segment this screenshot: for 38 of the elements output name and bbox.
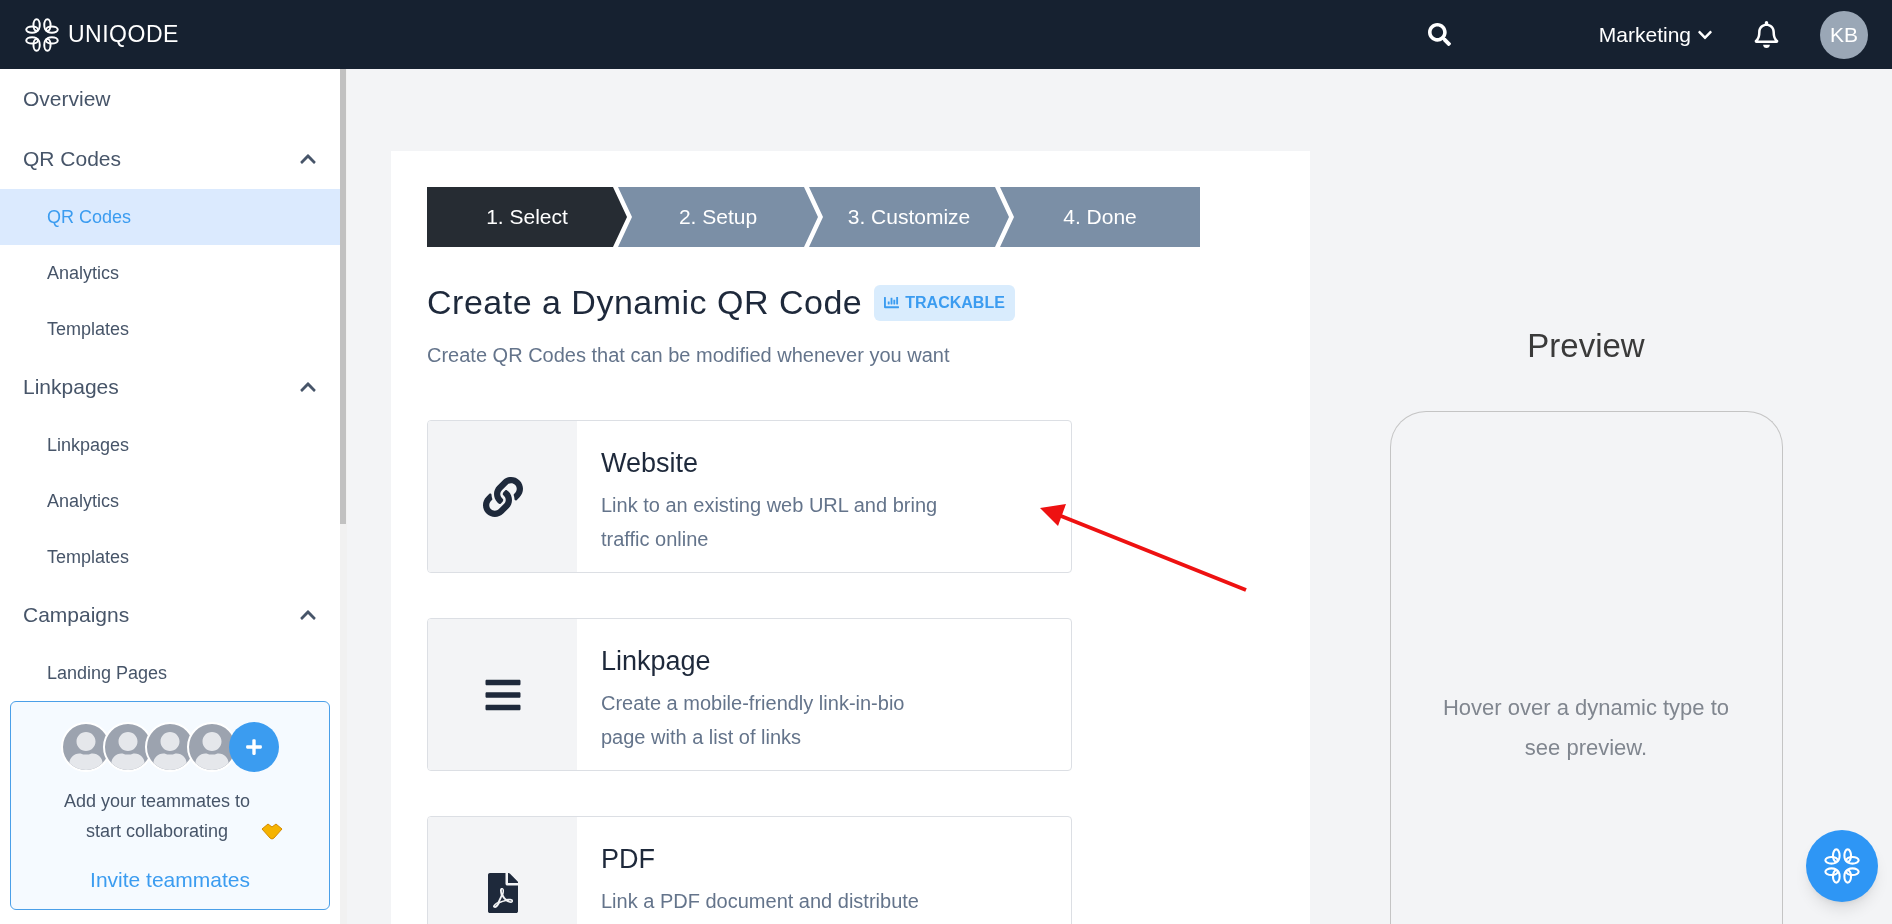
page-subtitle: Create QR Codes that can be modified whenever you want xyxy=(427,343,951,368)
preview-hint: Hover over a dynamic type to see preview. xyxy=(1441,693,1731,762)
card-description: Link a PDF document and distribute xyxy=(601,888,920,914)
card-title: PDF xyxy=(601,843,656,876)
flower-logo-icon xyxy=(1823,847,1861,885)
workspace-dropdown[interactable]: Marketing xyxy=(1598,18,1713,51)
sidebar-item[interactable]: Templates xyxy=(0,301,340,357)
sidebar-link[interactable]: Overview xyxy=(0,69,340,129)
sidebar-item[interactable]: Landing Pages xyxy=(0,645,340,701)
card-title: Website xyxy=(601,447,700,480)
invite-text: Add your teammates to start collaborating xyxy=(62,789,252,843)
notification-bell-icon[interactable] xyxy=(1753,21,1780,48)
preview-title: Preview xyxy=(1527,326,1645,366)
trackable-badge: TRACKABLE xyxy=(874,284,1015,321)
card-description: Create a mobile-friendly link-in-bio page with a list of links xyxy=(601,690,906,750)
qr-type-card[interactable]: Linkpage Create a mobile-friendly link-in-bio page with a list of links xyxy=(427,618,1072,771)
step-tab[interactable]: 1. Select xyxy=(427,187,627,247)
add-teammate-button[interactable] xyxy=(229,721,279,772)
card-title: Linkpage xyxy=(601,645,712,678)
sidebar-item[interactable]: Linkpages xyxy=(0,417,340,473)
sidebar-item[interactable]: Analytics xyxy=(0,245,340,301)
sidebar-group-toggle[interactable]: Campaigns xyxy=(0,585,340,645)
qr-type-card[interactable]: PDF Link a PDF document and distribute xyxy=(427,816,1072,924)
sidebar-item[interactable]: Templates xyxy=(0,529,340,585)
link-icon xyxy=(482,476,523,517)
chart-icon xyxy=(884,295,900,310)
scrollbar-thumb[interactable] xyxy=(340,69,346,524)
sidebar-group-toggle[interactable]: Linkpages xyxy=(0,357,340,417)
plus-icon xyxy=(245,737,263,756)
card-description: Link to an existing web URL and bring traffic online xyxy=(601,492,939,552)
qr-type-card[interactable]: Website Link to an existing web URL and bring traffic online xyxy=(427,420,1072,573)
logo-text: UNIQODE xyxy=(68,20,179,50)
search-icon[interactable] xyxy=(1427,23,1451,46)
sidebar-group-toggle[interactable]: QR Codes xyxy=(0,129,340,189)
page-title: Create a Dynamic QR Code xyxy=(427,282,863,323)
help-fab[interactable] xyxy=(1806,830,1878,902)
logo-icon xyxy=(24,16,60,53)
sidebar-item[interactable]: Analytics xyxy=(0,473,340,529)
